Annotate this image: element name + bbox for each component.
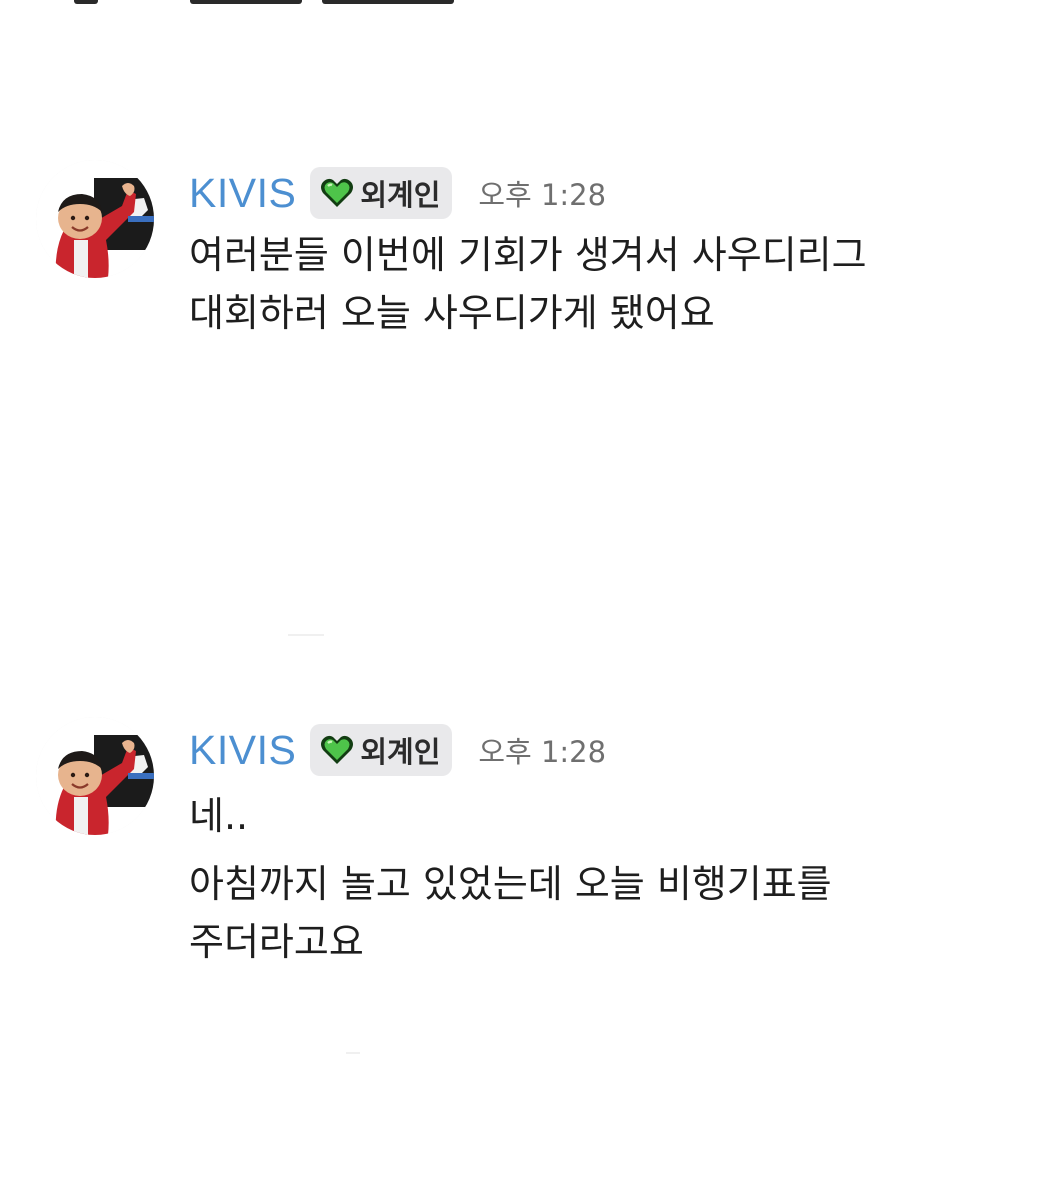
username[interactable]: KIVIS: [189, 170, 296, 217]
message-text-line: 아침까지 놀고 있었는데 오늘 비행기표를: [189, 862, 832, 906]
username[interactable]: KIVIS: [189, 727, 296, 774]
divider: [288, 634, 324, 636]
message-header: KIVIS 외계인 오후 1:28: [189, 722, 606, 778]
divider: [346, 1052, 360, 1054]
role-badge-label: 외계인: [360, 735, 441, 769]
green-heart-icon: [320, 734, 354, 766]
timestamp: 오후 1:28: [478, 735, 607, 769]
message-text-line: 여러분들 이번에 기회가 생겨서 사우디리그: [189, 233, 867, 277]
avatar[interactable]: [36, 717, 154, 835]
timestamp: 오후 1:28: [478, 178, 607, 212]
role-badge[interactable]: 외계인: [310, 167, 453, 219]
message-text-line: 주더라고요: [189, 920, 364, 964]
avatar[interactable]: [36, 160, 154, 278]
message-text-line: 대회하러 오늘 사우디가게 됐어요: [189, 291, 715, 335]
green-heart-icon: [320, 177, 354, 209]
message-body: 네.. 아침까지 놀고 있었는데 오늘 비행기표를 주더라고요: [189, 787, 1009, 971]
role-badge[interactable]: 외계인: [310, 724, 453, 776]
message-body: 여러분들 이번에 기회가 생겨서 사우디리그 대회하러 오늘 사우디가게 됐어요: [189, 226, 1009, 342]
previous-message-fragment: [0, 0, 1057, 6]
message-header: KIVIS 외계인 오후 1:28: [189, 165, 606, 221]
message-text-line: 네..: [189, 794, 249, 838]
role-badge-label: 외계인: [360, 178, 441, 212]
